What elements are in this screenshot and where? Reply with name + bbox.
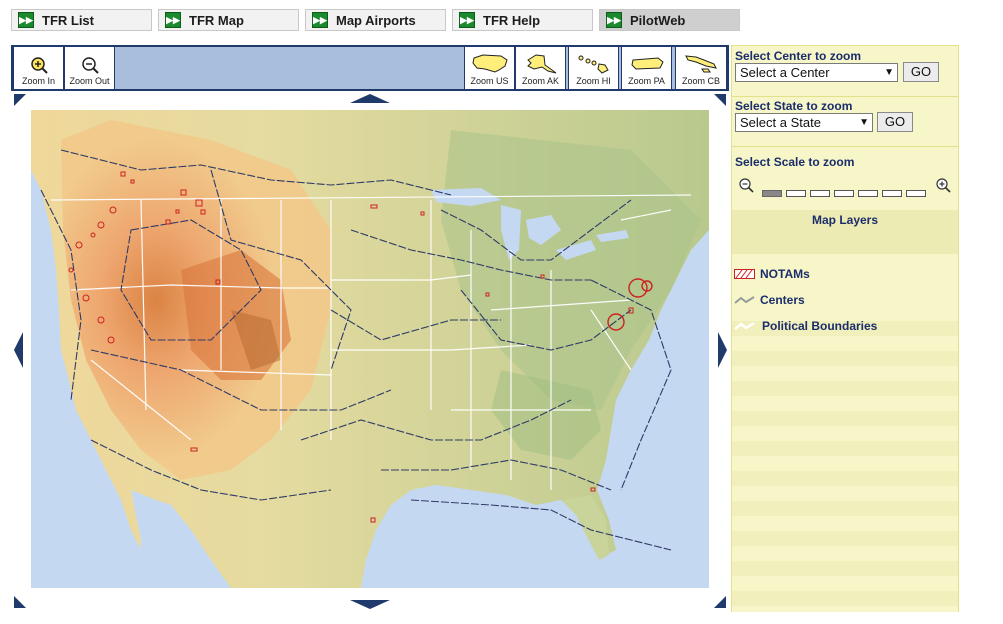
tab-map-airports[interactable]: ▶▶ Map Airports [305, 9, 446, 31]
tab-label: PilotWeb [630, 12, 686, 28]
layer-label: NOTAMs [760, 267, 810, 281]
map-panel [11, 92, 729, 612]
layer-centers[interactable]: Centers [734, 293, 805, 307]
state-select-value: Select a State [740, 115, 821, 130]
scale-zoom-title: Select Scale to zoom [735, 155, 855, 169]
map-toolbar: Zoom In Zoom Out Zoom US Zoom AK Zoom HI… [11, 45, 729, 91]
pan-northeast-arrow[interactable] [714, 94, 726, 106]
center-line-icon [734, 295, 755, 304]
zoom-out-button[interactable]: Zoom Out [64, 47, 115, 89]
chevron-down-icon: ▼ [859, 117, 869, 128]
pan-west-arrow[interactable] [14, 332, 23, 368]
us-map-icon [471, 54, 508, 73]
caribbean-map-icon [685, 55, 717, 73]
state-zoom-section: Select State to zoom Select a State ▼ GO [732, 97, 958, 147]
play-icon: ▶▶ [459, 12, 475, 28]
center-select-value: Select a Center [740, 65, 830, 80]
play-icon: ▶▶ [165, 12, 181, 28]
pan-east-arrow[interactable] [718, 332, 727, 368]
pan-southeast-arrow[interactable] [714, 596, 726, 608]
alaska-map-icon [526, 54, 556, 74]
layer-notams[interactable]: NOTAMs [734, 267, 810, 281]
scale-segment[interactable] [762, 190, 782, 197]
hawaii-map-icon [578, 55, 609, 74]
zoom-pa-label: Zoom PA [628, 76, 665, 86]
zoom-in-label: Zoom In [21, 76, 55, 86]
zoom-us-label: Zoom US [470, 76, 509, 86]
map-layers-header: Map Layers [732, 210, 958, 254]
layer-label: Centers [760, 293, 805, 307]
zoom-us-button[interactable]: Zoom US [464, 47, 515, 89]
tab-label: TFR List [42, 12, 94, 28]
zoom-in-scale-icon[interactable] [935, 177, 951, 193]
pan-south-arrow[interactable] [350, 600, 390, 609]
scale-segment[interactable] [906, 190, 926, 197]
center-select[interactable]: Select a Center ▼ [735, 63, 898, 82]
zoom-hi-label: Zoom HI [576, 76, 611, 86]
tab-tfr-list[interactable]: ▶▶ TFR List [11, 9, 152, 31]
state-select[interactable]: Select a State ▼ [735, 113, 873, 132]
zoom-in-button[interactable]: Zoom In [13, 47, 64, 89]
zoom-out-label: Zoom Out [69, 76, 110, 86]
scale-segment[interactable] [786, 190, 806, 197]
layer-label: Political Boundaries [762, 319, 878, 333]
pan-northwest-arrow[interactable] [14, 94, 26, 106]
pan-north-arrow[interactable] [350, 94, 390, 103]
center-go-button[interactable]: GO [903, 62, 939, 82]
scale-segment[interactable] [810, 190, 830, 197]
zoom-pa-button[interactable]: Zoom PA [621, 47, 672, 89]
pa-map-icon [630, 57, 664, 70]
zoom-cb-label: Zoom CB [681, 76, 720, 86]
zoom-cb-button[interactable]: Zoom CB [675, 47, 727, 89]
state-zoom-title: Select State to zoom [735, 99, 853, 113]
tab-label: TFR Map [189, 12, 244, 28]
map-layers-title: Map Layers [811, 213, 879, 227]
tfr-map[interactable] [31, 110, 709, 588]
play-icon: ▶▶ [18, 12, 34, 28]
play-icon: ▶▶ [606, 12, 622, 28]
scale-segment[interactable] [858, 190, 878, 197]
zoom-in-icon [30, 57, 48, 74]
center-zoom-section: Select Center to zoom Select a Center ▼ … [732, 46, 958, 97]
scale-segment[interactable] [834, 190, 854, 197]
tab-tfr-map[interactable]: ▶▶ TFR Map [158, 9, 299, 31]
zoom-out-scale-icon[interactable] [738, 177, 754, 193]
pan-southwest-arrow[interactable] [14, 596, 26, 608]
chevron-down-icon: ▼ [884, 67, 894, 78]
zoom-hi-button[interactable]: Zoom HI [568, 47, 619, 89]
sidebar: Select Center to zoom Select a Center ▼ … [731, 45, 959, 612]
zoom-ak-label: Zoom AK [521, 76, 559, 86]
layer-political-boundaries[interactable]: Political Boundaries [734, 319, 877, 333]
us-map-graphic [31, 110, 709, 588]
tab-label: TFR Help [483, 12, 541, 28]
zoom-ak-button[interactable]: Zoom AK [515, 47, 566, 89]
state-go-button[interactable]: GO [877, 112, 913, 132]
tab-tfr-help[interactable]: ▶▶ TFR Help [452, 9, 593, 31]
notam-icon [734, 268, 755, 279]
scale-segment[interactable] [882, 190, 902, 197]
play-icon: ▶▶ [312, 12, 328, 28]
tab-label: Map Airports [336, 12, 416, 28]
tab-pilotweb[interactable]: ▶▶ PilotWeb [599, 9, 740, 31]
center-zoom-title: Select Center to zoom [735, 49, 862, 63]
boundary-icon [734, 321, 755, 330]
zoom-out-icon [81, 57, 99, 74]
layers-list-background [732, 306, 958, 612]
